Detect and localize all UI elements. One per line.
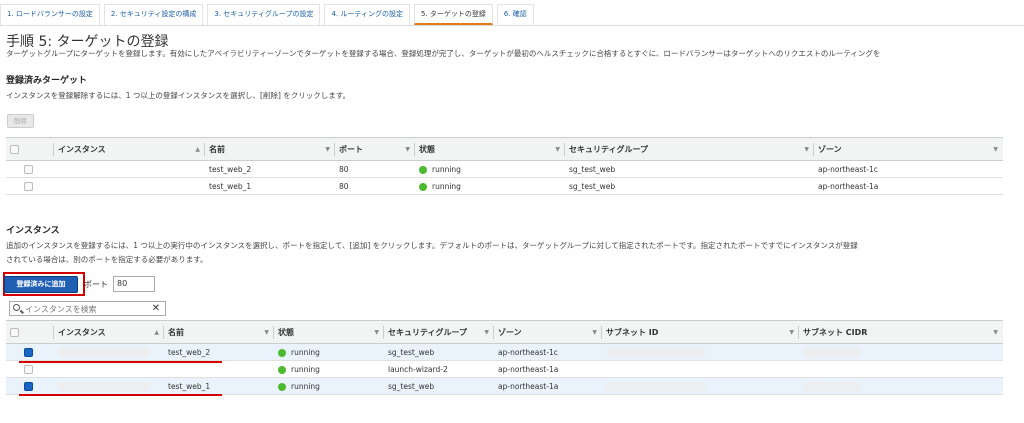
step-register-targets[interactable]: 5. ターゲットの登録 (413, 4, 493, 25)
cell-zone: ap-northeast-1a (494, 377, 602, 395)
row-checkbox[interactable] (24, 381, 33, 391)
sort-icon: ▲ (195, 146, 200, 153)
cell-port: 80 (335, 177, 415, 195)
registered-heading: 登録済みターゲット (6, 76, 88, 86)
instances-subtext-2: されている場合は、別のポートを指定する必要があります。 (6, 255, 208, 264)
cell-name: test_web_2 (205, 160, 335, 178)
sort-icon: ▼ (405, 146, 410, 153)
status-running-icon (278, 348, 286, 357)
cell-security-group: sg_test_web (384, 377, 494, 395)
sort-icon: ▼ (993, 146, 998, 153)
annotation-underline (19, 394, 222, 396)
status-running-icon (419, 182, 427, 191)
sort-icon: ▼ (555, 146, 560, 153)
step-security-groups[interactable]: 3. セキュリティグループの設定 (207, 4, 321, 25)
redacted-instance-id (58, 381, 150, 391)
cell-name: test_web_1 (164, 377, 274, 395)
search-placeholder: インスタンスを検索 (25, 305, 97, 314)
instances-heading: インスタンス (6, 226, 60, 236)
cell-zone: ap-northeast-1c (494, 343, 602, 361)
cell-name: test_web_2 (164, 343, 274, 361)
redacted-subnet-id (606, 347, 706, 357)
col-header[interactable]: セキュリティグループ ▼ (565, 137, 814, 161)
redacted-instance-id (58, 347, 150, 357)
table-row[interactable]: test_web_1 running sg_test_web ap-northe… (6, 377, 1003, 395)
search-icon (13, 304, 20, 311)
row-checkbox[interactable] (24, 181, 33, 191)
cell-zone: ap-northeast-1c (814, 160, 1003, 178)
cell-state: running (274, 377, 384, 395)
sort-icon: ▲ (154, 329, 159, 336)
select-all-header[interactable] (6, 320, 54, 344)
col-header[interactable]: ポート ▼ (335, 137, 415, 161)
table-row[interactable]: test_web_2 running sg_test_web ap-northe… (6, 343, 1003, 361)
row-checkbox[interactable] (24, 364, 33, 374)
cell-name (164, 360, 274, 378)
row-checkbox[interactable] (24, 164, 33, 174)
port-input[interactable]: 80 (113, 276, 155, 292)
step-review[interactable]: 6. 確認 (496, 4, 534, 25)
status-running-icon (419, 165, 427, 174)
sort-icon: ▼ (264, 329, 269, 336)
cell-state: running (415, 160, 565, 178)
annotation-underline (19, 361, 222, 363)
sort-icon: ▼ (789, 329, 794, 336)
sort-icon: ▼ (592, 329, 597, 336)
redacted-subnet-cidr (803, 347, 861, 357)
col-header[interactable]: インスタンス ▲ (54, 137, 205, 161)
sort-icon: ▼ (804, 146, 809, 153)
registered-table: インスタンス ▲ 名前 ▼ ポート ▼ 状態 ▼ セキュリティグループ ▼ ゾーン ▼ te… (6, 137, 1003, 195)
wizard-steps: 1. ロードバランサーの設定 2. セキュリティ設定の構成 3. セキュリティグ… (0, 4, 1024, 26)
redacted-subnet-id (606, 381, 706, 391)
table-row[interactable]: running launch-wizard-2 ap-northeast-1a (6, 360, 1003, 378)
col-header[interactable]: サブネット CIDR ▼ (799, 320, 1003, 344)
status-running-icon (278, 365, 286, 374)
checkbox[interactable] (10, 327, 19, 337)
sort-icon: ▼ (484, 329, 489, 336)
cell-security-group: sg_test_web (384, 343, 494, 361)
cell-name: test_web_1 (205, 177, 335, 195)
cell-port: 80 (335, 160, 415, 178)
port-label: ポート (84, 280, 108, 289)
col-header[interactable]: 状態 ▼ (415, 137, 565, 161)
row-checkbox[interactable] (24, 347, 33, 357)
redacted-subnet-cidr (803, 381, 861, 391)
sort-icon: ▼ (993, 329, 998, 336)
status-running-icon (278, 382, 286, 391)
step-security-settings[interactable]: 2. セキュリティ設定の構成 (103, 4, 204, 25)
step-routing[interactable]: 4. ルーティングの設定 (324, 4, 410, 25)
col-header[interactable]: 名前 ▼ (164, 320, 274, 344)
table-row[interactable]: test_web_2 80 running sg_test_web ap-nor… (6, 160, 1003, 178)
close-icon[interactable]: ✕ (152, 302, 160, 315)
remove-button[interactable]: 削除 (7, 114, 34, 128)
search-input[interactable]: インスタンスを検索 ✕ (9, 301, 166, 316)
col-header[interactable]: セキュリティグループ ▼ (384, 320, 494, 344)
col-header[interactable]: ゾーン ▼ (814, 137, 1003, 161)
cell-zone: ap-northeast-1a (494, 360, 602, 378)
registered-subtext: インスタンスを登録解除するには、1 つ以上の登録インスタンスを選択し、[削除] … (6, 91, 351, 100)
cell-state: running (274, 360, 384, 378)
cell-zone: ap-northeast-1a (814, 177, 1003, 195)
step-load-balancer[interactable]: 1. ロードバランサーの設定 (0, 4, 100, 25)
col-header[interactable]: インスタンス ▲ (54, 320, 164, 344)
instances-table: インスタンス ▲ 名前 ▼ 状態 ▼ セキュリティグループ ▼ ゾーン ▼ サブネット I… (6, 320, 1003, 395)
cell-state: running (274, 343, 384, 361)
cell-security-group: launch-wizard-2 (384, 360, 494, 378)
sort-icon: ▼ (325, 146, 330, 153)
page-description: ターゲットグループにターゲットを登録します。有効にしたアベイラビリティーゾーンで… (6, 49, 881, 58)
cell-security-group: sg_test_web (565, 177, 814, 195)
add-to-registered-button[interactable]: 登録済みに追加 (4, 276, 78, 293)
instances-subtext-1: 追加のインスタンスを登録するには、1 つ以上の実行中のインスタンスを選択し、ポー… (6, 241, 858, 250)
col-header[interactable]: 名前 ▼ (205, 137, 335, 161)
cell-security-group: sg_test_web (565, 160, 814, 178)
checkbox[interactable] (10, 144, 19, 154)
cell-state: running (415, 177, 565, 195)
table-row[interactable]: test_web_1 80 running sg_test_web ap-nor… (6, 177, 1003, 195)
col-header[interactable]: ゾーン ▼ (494, 320, 602, 344)
select-all-header[interactable] (6, 137, 54, 161)
col-header[interactable]: 状態 ▼ (274, 320, 384, 344)
sort-icon: ▼ (374, 329, 379, 336)
col-header[interactable]: サブネット ID ▼ (602, 320, 799, 344)
